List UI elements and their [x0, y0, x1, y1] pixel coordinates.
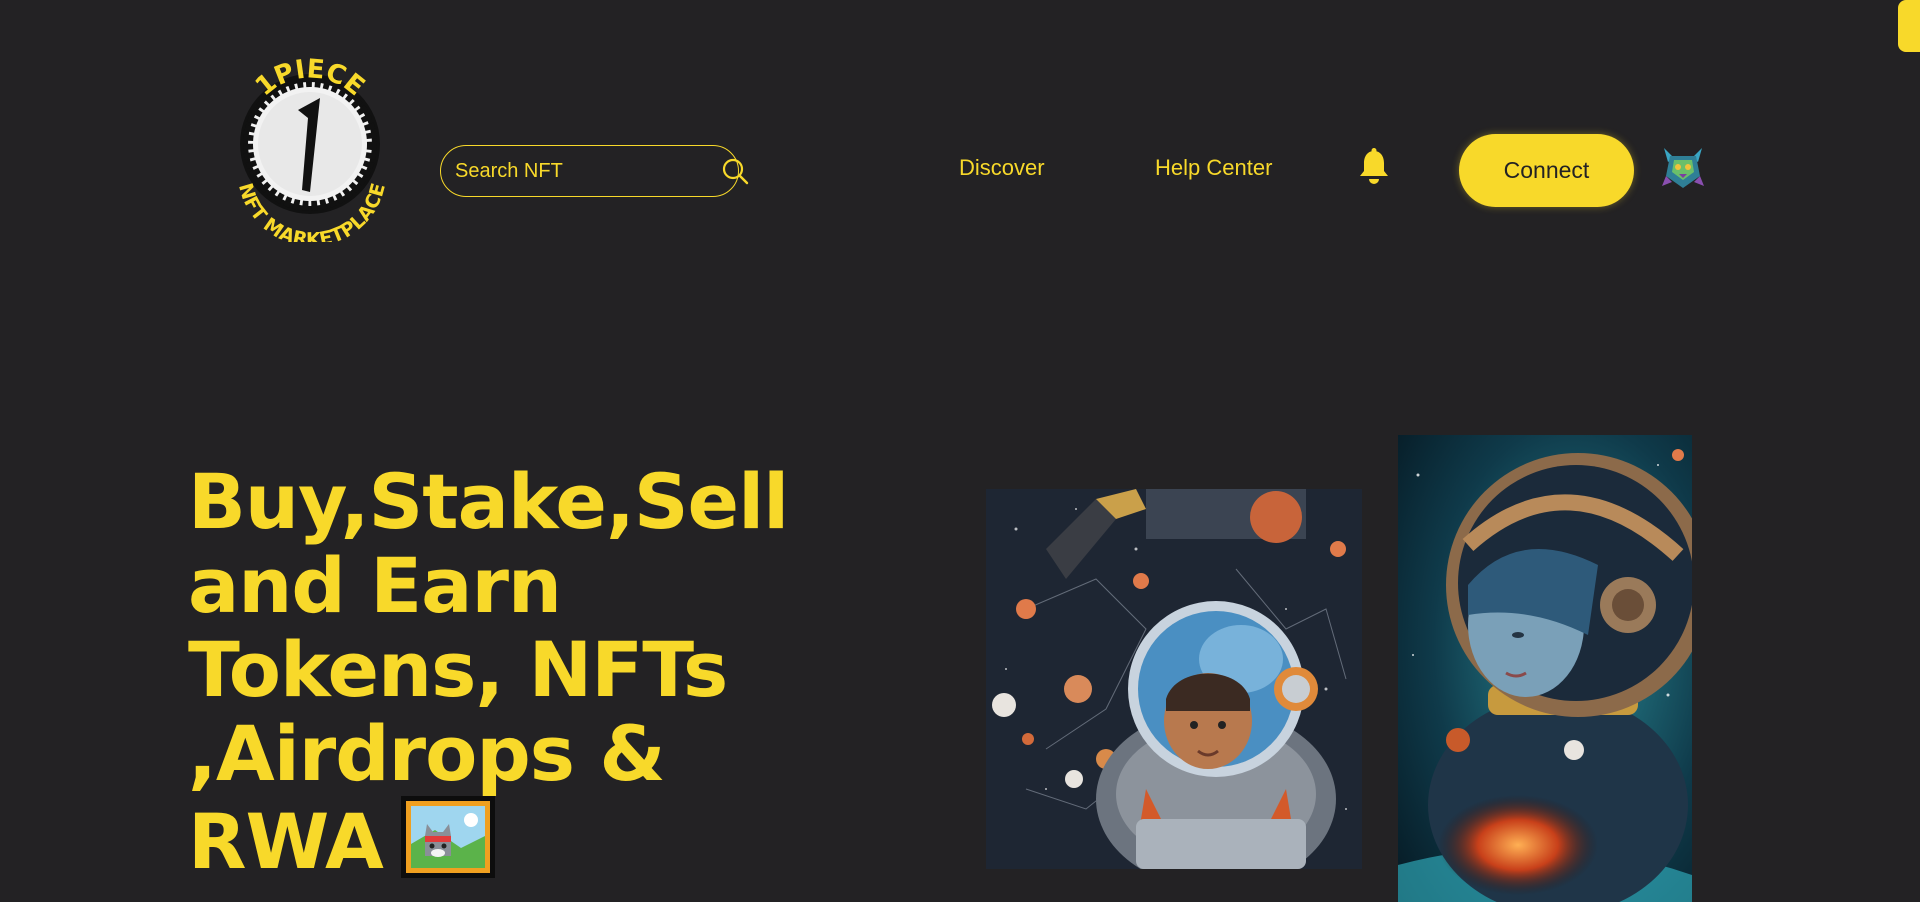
- headline-line-2: and Earn: [188, 541, 562, 630]
- bell-icon[interactable]: [1357, 148, 1391, 186]
- connect-wallet-button[interactable]: Connect: [1459, 134, 1634, 207]
- astronaut-boy-artwork[interactable]: [986, 489, 1362, 869]
- scrollbar-thumb[interactable]: [1898, 0, 1920, 52]
- hero-headline: Buy,Stake,Sell and Earn Tokens, NFTs ,Ai…: [188, 460, 848, 884]
- brand-logo[interactable]: 1PIECE NFT MARKETPLACE: [228, 52, 393, 242]
- headline-line-4: ,Airdrops &: [188, 709, 666, 798]
- nav-discover-link[interactable]: Discover: [959, 155, 1045, 181]
- logo-emblem-icon: 1PIECE NFT MARKETPLACE: [234, 54, 390, 242]
- astronaut-woman-artwork[interactable]: [1398, 435, 1692, 902]
- user-avatar[interactable]: [1660, 142, 1706, 192]
- search-icon[interactable]: [720, 155, 750, 187]
- search-input[interactable]: [455, 159, 720, 183]
- nav-help-center-link[interactable]: Help Center: [1155, 155, 1272, 181]
- robot-avatar-icon: [1660, 142, 1706, 192]
- headline-line-5-wrap: RWA: [188, 796, 848, 884]
- headline-line-1: Buy,Stake,Sell: [188, 457, 789, 546]
- picture-frame-icon: [400, 796, 495, 878]
- headline-line-5: RWA: [188, 797, 384, 886]
- headline-line-3: Tokens, NFTs: [188, 625, 728, 714]
- search-bar[interactable]: [440, 145, 749, 197]
